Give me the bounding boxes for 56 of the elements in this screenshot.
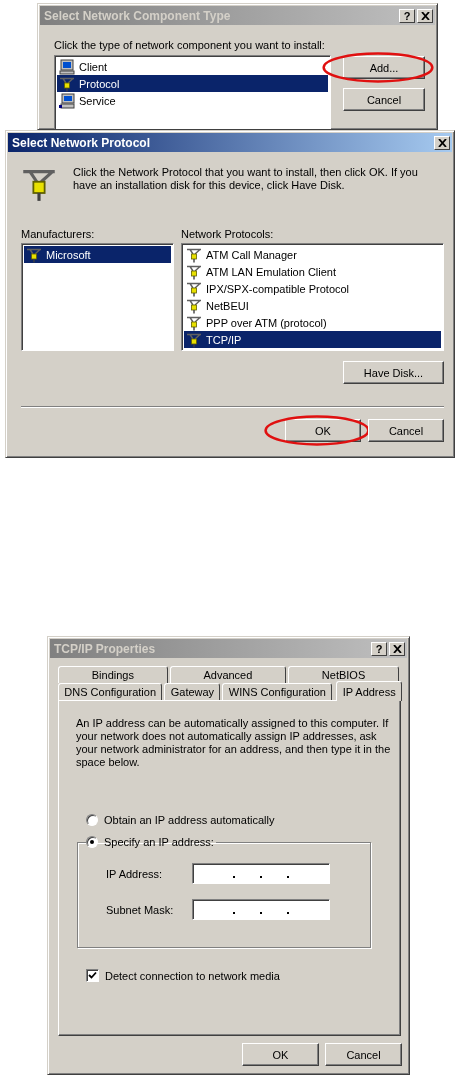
list-item[interactable]: PPP over ATM (protocol) xyxy=(184,314,441,331)
prompt-text: Click the type of network component you want to install: xyxy=(54,39,326,51)
list-item[interactable]: IPX/SPX-compatible Protocol xyxy=(184,280,441,297)
tab[interactable]: IP Address xyxy=(336,681,402,701)
cancel-button[interactable]: Cancel xyxy=(343,88,425,111)
field-label: Subnet Mask: xyxy=(106,903,175,916)
tab[interactable]: WINS Configuration xyxy=(222,683,333,700)
cable-plug-icon xyxy=(186,246,202,263)
tab[interactable]: Gateway xyxy=(164,683,221,700)
cable-plug-icon xyxy=(186,280,202,297)
description-text: Click the Network Protocol that you want to install, then click OK. If you have an installation disk for this device, click Have Disk. xyxy=(73,166,419,192)
list-label: Network Protocols: xyxy=(181,228,275,240)
field-label: IP Address: xyxy=(106,867,164,880)
list-item[interactable]: Microsoft xyxy=(24,246,171,263)
list-item[interactable]: ATM LAN Emulation Client xyxy=(184,263,441,280)
list-item[interactable]: ATM Call Manager xyxy=(184,246,441,263)
add-button[interactable]: Add... xyxy=(343,56,425,79)
window-title: Select Network Component Type xyxy=(44,8,232,23)
cable-plug-icon xyxy=(186,331,202,348)
list-box[interactable]: ATM Call Manager ATM LAN Emulation Client IPX/SPX-compatible Protocol NetBEUI PPP over ATM (protocol) TCP/IP xyxy=(181,243,444,351)
list-item[interactable]: Protocol xyxy=(57,75,328,92)
cable-plug-icon xyxy=(186,297,202,314)
close-icon xyxy=(420,11,430,20)
ok-button[interactable]: OK xyxy=(242,1043,319,1066)
tab[interactable]: NetBIOS xyxy=(288,666,399,683)
list-label: Manufacturers: xyxy=(21,228,96,240)
close-button[interactable] xyxy=(434,135,450,150)
have-disk-button[interactable]: Have Disk... xyxy=(343,361,444,384)
list-item[interactable]: Client xyxy=(57,58,328,75)
cable-plug-icon xyxy=(26,246,42,263)
ip-address-field[interactable] xyxy=(192,899,330,920)
tab[interactable]: Bindings xyxy=(58,666,168,683)
radio-option[interactable]: Specify an IP address: xyxy=(86,836,214,848)
cable-plug-icon xyxy=(186,263,202,280)
ip-address-field[interactable] xyxy=(192,863,330,884)
cancel-button[interactable]: Cancel xyxy=(368,419,444,442)
cancel-button[interactable]: Cancel xyxy=(325,1043,402,1066)
ok-button[interactable]: OK xyxy=(285,419,361,442)
window-title: Select Network Protocol xyxy=(12,135,152,150)
description-text: An IP address can be automatically assigned to this computer. If your network does not automatically assign IP addresses, ask your network administrator for an address, and then type it in the space below. xyxy=(76,717,392,769)
tab[interactable]: DNS Configuration xyxy=(58,683,163,700)
computer-icon xyxy=(59,92,75,109)
list-item[interactable]: NetBEUI xyxy=(184,297,441,314)
cable-plug-icon xyxy=(59,75,75,92)
list-box[interactable]: Client Protocol Service xyxy=(54,55,331,129)
list-item[interactable]: Service xyxy=(57,92,328,109)
radio-option[interactable]: Obtain an IP address automatically xyxy=(86,814,388,826)
close-icon xyxy=(437,138,447,147)
list-box[interactable]: Microsoft xyxy=(21,243,174,351)
tab[interactable]: Advanced xyxy=(169,666,287,683)
cable-plug-icon xyxy=(186,314,202,331)
computer-icon xyxy=(59,58,75,75)
close-icon xyxy=(392,644,402,653)
window-title: TCP/IP Properties xyxy=(54,641,157,656)
checkbox-option[interactable]: Detect connection to network media xyxy=(86,969,388,982)
list-item[interactable]: TCP/IP xyxy=(184,331,441,348)
